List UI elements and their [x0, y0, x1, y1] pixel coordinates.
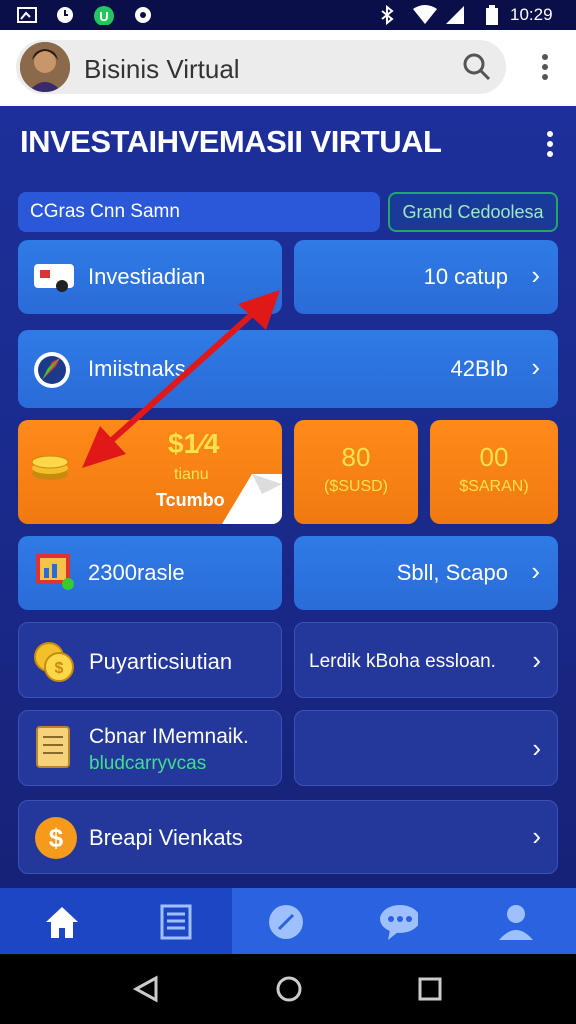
price-value: 00 [479, 442, 509, 472]
statement-detail-card[interactable]: › [294, 710, 558, 786]
price-card-saran[interactable]: 00 $SARAN) [430, 420, 558, 524]
chart-board-icon [36, 554, 74, 590]
main-panel: INVESTAIHVEMASII VIRTUAL CGras Cnn Samn … [0, 106, 576, 888]
catup-card[interactable]: 10 catup › [294, 240, 558, 314]
more-options-icon[interactable] [544, 130, 556, 160]
row-label: Breapi Vienkats [89, 825, 243, 850]
search-text: Bisinis Virtual [84, 54, 240, 84]
wifi-icon [413, 5, 437, 24]
svg-text:$: $ [55, 660, 64, 677]
bottom-nav [0, 888, 576, 954]
battery-icon [486, 5, 498, 25]
back-icon[interactable] [132, 974, 160, 1004]
app-icon: U [94, 6, 114, 25]
compass-icon [34, 352, 70, 388]
chevron-right-icon: › [532, 821, 541, 851]
promo-label: Tcumbo [156, 490, 225, 510]
card-label: Cbnar IMemnaik. [89, 725, 249, 748]
coins-icon [31, 455, 69, 480]
card-label: Puyarticsiutian [89, 649, 233, 674]
chevron-right-icon: › [531, 260, 540, 290]
price-card-usd[interactable]: 80 ($SUSD) [294, 420, 418, 524]
card-value: Lerdik kBoha essloan. [309, 651, 496, 672]
clock-icon [57, 7, 73, 23]
card-value: 10 catup [423, 264, 508, 289]
chevron-right-icon: › [531, 352, 540, 382]
coins-icon: $ [34, 642, 74, 682]
list-icon[interactable] [156, 902, 196, 942]
statement-card[interactable]: Cbnar IMemnaik. bludcarryvcas [18, 710, 282, 786]
status-bar: U 10:29 [0, 0, 576, 30]
loan-card[interactable]: Lerdik kBoha essloan. › [294, 622, 558, 698]
chevron-right-icon: › [531, 556, 540, 586]
card-sublabel: bludcarryvcas [89, 753, 207, 774]
card-label: 2300rasle [88, 560, 185, 585]
chart-card[interactable]: 2300rasle [18, 536, 282, 610]
payment-row[interactable]: $ Breapi Vienkats › [18, 800, 558, 874]
chevron-right-icon: › [532, 645, 541, 675]
status-time: 10:29 [510, 5, 553, 24]
chevron-right-icon: › [532, 733, 541, 763]
price-sub: ($SUSD) [323, 478, 388, 495]
chat-icon[interactable] [378, 902, 418, 942]
more-options-icon[interactable] [534, 52, 556, 82]
home-icon[interactable] [42, 902, 82, 942]
dollar-coin-icon: $ [35, 817, 77, 859]
search-icon[interactable] [462, 52, 492, 82]
svg-text:$: $ [49, 823, 64, 853]
notification-icon [135, 7, 151, 23]
tab-right[interactable]: Grand Cedoolesa [388, 192, 558, 232]
compass-icon[interactable] [266, 902, 306, 942]
scapo-card[interactable]: Sbll, Scapo › [294, 536, 558, 610]
tab-left[interactable]: CGras Cnn Samn [18, 192, 380, 232]
search-input[interactable]: Bisinis Virtual [16, 40, 506, 94]
search-bar-container: Bisinis Virtual [0, 30, 576, 106]
profile-icon[interactable] [496, 902, 536, 942]
home-circle-icon[interactable] [274, 974, 304, 1004]
price-value: 80 [341, 442, 371, 472]
purchase-card[interactable]: $ Puyarticsiutian [18, 622, 282, 698]
avatar[interactable] [20, 42, 70, 92]
svg-text:U: U [99, 9, 108, 24]
page-title: INVESTAIHVEMASII VIRTUAL [20, 124, 442, 159]
red-arrow-annotation [82, 290, 280, 468]
bluetooth-icon [381, 5, 394, 25]
signal-icon [446, 6, 464, 24]
price-sub: $SARAN) [459, 478, 529, 495]
recents-icon[interactable] [416, 974, 444, 1004]
card-value: Sbll, Scapo [396, 560, 508, 585]
row-value: 42BIb [450, 356, 509, 381]
cast-icon [17, 7, 37, 23]
system-nav-bar [0, 954, 576, 1024]
document-icon [36, 726, 70, 768]
